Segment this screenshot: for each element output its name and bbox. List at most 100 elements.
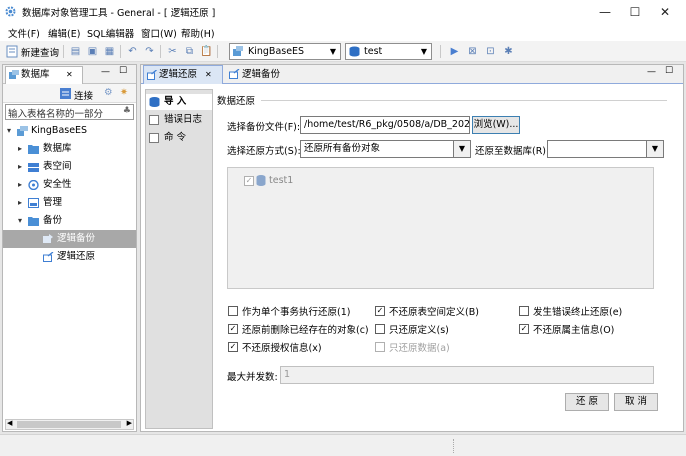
side-tab-label: 导 入 (164, 96, 187, 107)
minimize-editor-icon[interactable]: — (647, 67, 656, 77)
expand-arrow-icon[interactable]: ▾ (18, 212, 22, 230)
scroll-right-icon[interactable]: ▶ (127, 419, 132, 427)
menu-file[interactable]: 文件(F) (8, 26, 40, 40)
collapse-arrow-icon[interactable]: ▸ (18, 194, 22, 212)
option-data-only: 只还原数据(a) (389, 343, 450, 354)
section-divider (261, 100, 667, 101)
title-bar: 数据库对象管理工具 - General - [ 逻辑还原 ] — ☐ ✕ (0, 0, 686, 24)
debug-icon[interactable]: ✱ (502, 45, 515, 58)
cancel-button[interactable]: 取 消 (614, 393, 658, 411)
section-title: 数据还原 (217, 96, 256, 107)
toolbar-separator (120, 45, 121, 58)
toolbar: 新建查询 ▤ ▣ ▦ ↶ ↷ ✂ ⧉ 📋 KingBaseES ▼ test ▼… (0, 41, 686, 62)
checkbox-data-only[interactable] (375, 342, 385, 352)
tab-logical-restore[interactable]: 逻辑还原 ✕ (143, 65, 223, 84)
minimize-button[interactable]: — (588, 3, 622, 21)
connect-icon[interactable] (60, 88, 71, 99)
expand-arrow-icon[interactable]: ▾ (7, 122, 11, 140)
checkbox-schema-only[interactable] (375, 324, 385, 334)
menu-help[interactable]: 帮助(H) (181, 26, 215, 40)
tree-item-kingbasees[interactable]: ▾ KingBaseES (3, 122, 136, 140)
tab-database-label: 数据库 (21, 69, 50, 80)
tree-item-logical-restore[interactable]: 逻辑还原 (3, 248, 136, 266)
new-query-icon[interactable] (6, 45, 19, 58)
cut-icon[interactable]: ✂ (166, 45, 179, 58)
tree-item-databases[interactable]: ▸ 数据库 (3, 140, 136, 158)
maximize-button[interactable]: ☐ (618, 3, 652, 21)
checkbox-single-transaction[interactable] (228, 306, 238, 316)
tree-label: 安全性 (43, 179, 72, 190)
maximize-view-icon[interactable]: ☐ (119, 66, 127, 76)
undo-icon[interactable]: ↶ (126, 45, 139, 58)
tree-item-logical-backup[interactable]: 逻辑备份 (3, 230, 136, 248)
format-icon[interactable]: ⊡ (484, 45, 497, 58)
side-tab-command[interactable]: 命 令 (146, 130, 212, 146)
navigator-horizontal-scrollbar[interactable]: ◀ ▶ (5, 419, 134, 430)
tree-item-tablespaces[interactable]: ▸ 表空间 (3, 158, 136, 176)
management-icon (28, 198, 39, 208)
checkbox-no-privileges[interactable]: ✓ (228, 342, 238, 352)
tree-label: 逻辑还原 (57, 251, 96, 262)
tablespace-icon (28, 163, 39, 172)
close-tab-icon[interactable]: ✕ (205, 66, 212, 83)
refresh-icon[interactable]: ✷ (120, 87, 128, 98)
restore-button[interactable]: 还 原 (565, 393, 609, 411)
close-button[interactable]: ✕ (648, 3, 682, 21)
tree-label: 备份 (43, 215, 63, 226)
connect-label[interactable]: 连接 (74, 88, 93, 102)
side-tab-label: 错误日志 (164, 114, 203, 125)
restore-mode-select[interactable]: 还原所有备份对象 (300, 140, 454, 158)
checkbox-exit-on-error[interactable] (519, 306, 529, 316)
side-tab-error-log[interactable]: 错误日志 (146, 112, 212, 128)
checkbox-no-tablespaces[interactable]: ✓ (375, 306, 385, 316)
open-icon[interactable]: ▤ (69, 45, 82, 58)
side-tab-import[interactable]: 导 入 (146, 94, 212, 110)
target-db-dropdown-icon[interactable]: ▼ (646, 140, 664, 158)
navigator-tab-bar: 数据库 ✕ — ☐ (3, 65, 136, 84)
restore-mode-dropdown-icon[interactable]: ▼ (453, 140, 471, 158)
server-combo[interactable]: KingBaseES ▼ (229, 43, 341, 60)
backup-icon (43, 234, 53, 243)
copy-icon[interactable]: ⧉ (183, 45, 196, 58)
filter-icon[interactable]: ♣ (123, 106, 131, 116)
tree-item-management[interactable]: ▸ 管理 (3, 194, 136, 212)
tree-item-security[interactable]: ▸ 安全性 (3, 176, 136, 194)
collapse-arrow-icon[interactable]: ▸ (18, 176, 22, 194)
collapse-arrow-icon[interactable]: ▸ (18, 158, 22, 176)
new-query-button[interactable]: 新建查询 (21, 45, 59, 59)
checkbox-no-owner[interactable]: ✓ (519, 324, 529, 334)
database-combo[interactable]: test ▼ (345, 43, 432, 60)
save-all-icon[interactable]: ▦ (103, 45, 116, 58)
explain-icon[interactable]: ⊠ (466, 45, 479, 58)
checkbox-clean[interactable]: ✓ (228, 324, 238, 334)
save-icon[interactable]: ▣ (86, 45, 99, 58)
tab-logical-backup[interactable]: 逻辑备份 (225, 66, 300, 84)
filter-input[interactable]: 输入表格名称的一部分 ♣ (5, 104, 134, 120)
minimize-view-icon[interactable]: — (101, 67, 110, 77)
toolbar-separator (217, 45, 218, 58)
backup-file-input[interactable]: /home/test/R6_pkg/0508/a/DB_2020-05 (300, 116, 470, 134)
target-db-select[interactable] (547, 140, 647, 158)
maximize-editor-icon[interactable]: ☐ (665, 66, 673, 76)
concurrency-input[interactable]: 1 (280, 366, 654, 384)
menu-bar: 文件(F) 编辑(E) SQL编辑器 窗口(W) 帮助(H) (0, 24, 686, 41)
app-gear-icon (5, 6, 16, 17)
target-db-label: 还原至数据库(R): (475, 146, 550, 157)
tab-database[interactable]: 数据库 ✕ (5, 66, 83, 84)
scrollbar-thumb[interactable] (17, 421, 121, 428)
paste-icon[interactable]: 📋 (200, 45, 213, 58)
checkbox-test1[interactable]: ✓ (244, 176, 254, 186)
menu-window[interactable]: 窗口(W) (141, 26, 177, 40)
scroll-left-icon[interactable]: ◀ (7, 419, 12, 427)
tree-item-test1[interactable]: test1 (269, 175, 293, 186)
run-icon[interactable]: ▶ (448, 45, 461, 58)
tree-label: 管理 (43, 197, 63, 208)
disconnect-icon[interactable]: ⚙ (104, 87, 113, 98)
redo-icon[interactable]: ↷ (143, 45, 156, 58)
menu-sql-editor[interactable]: SQL编辑器 (87, 26, 134, 40)
tree-item-backup[interactable]: ▾ 备份 (3, 212, 136, 230)
collapse-arrow-icon[interactable]: ▸ (18, 140, 22, 158)
close-tab-icon[interactable]: ✕ (66, 67, 73, 83)
menu-edit[interactable]: 编辑(E) (48, 26, 80, 40)
browse-button[interactable]: 浏览(W)... (472, 116, 520, 134)
